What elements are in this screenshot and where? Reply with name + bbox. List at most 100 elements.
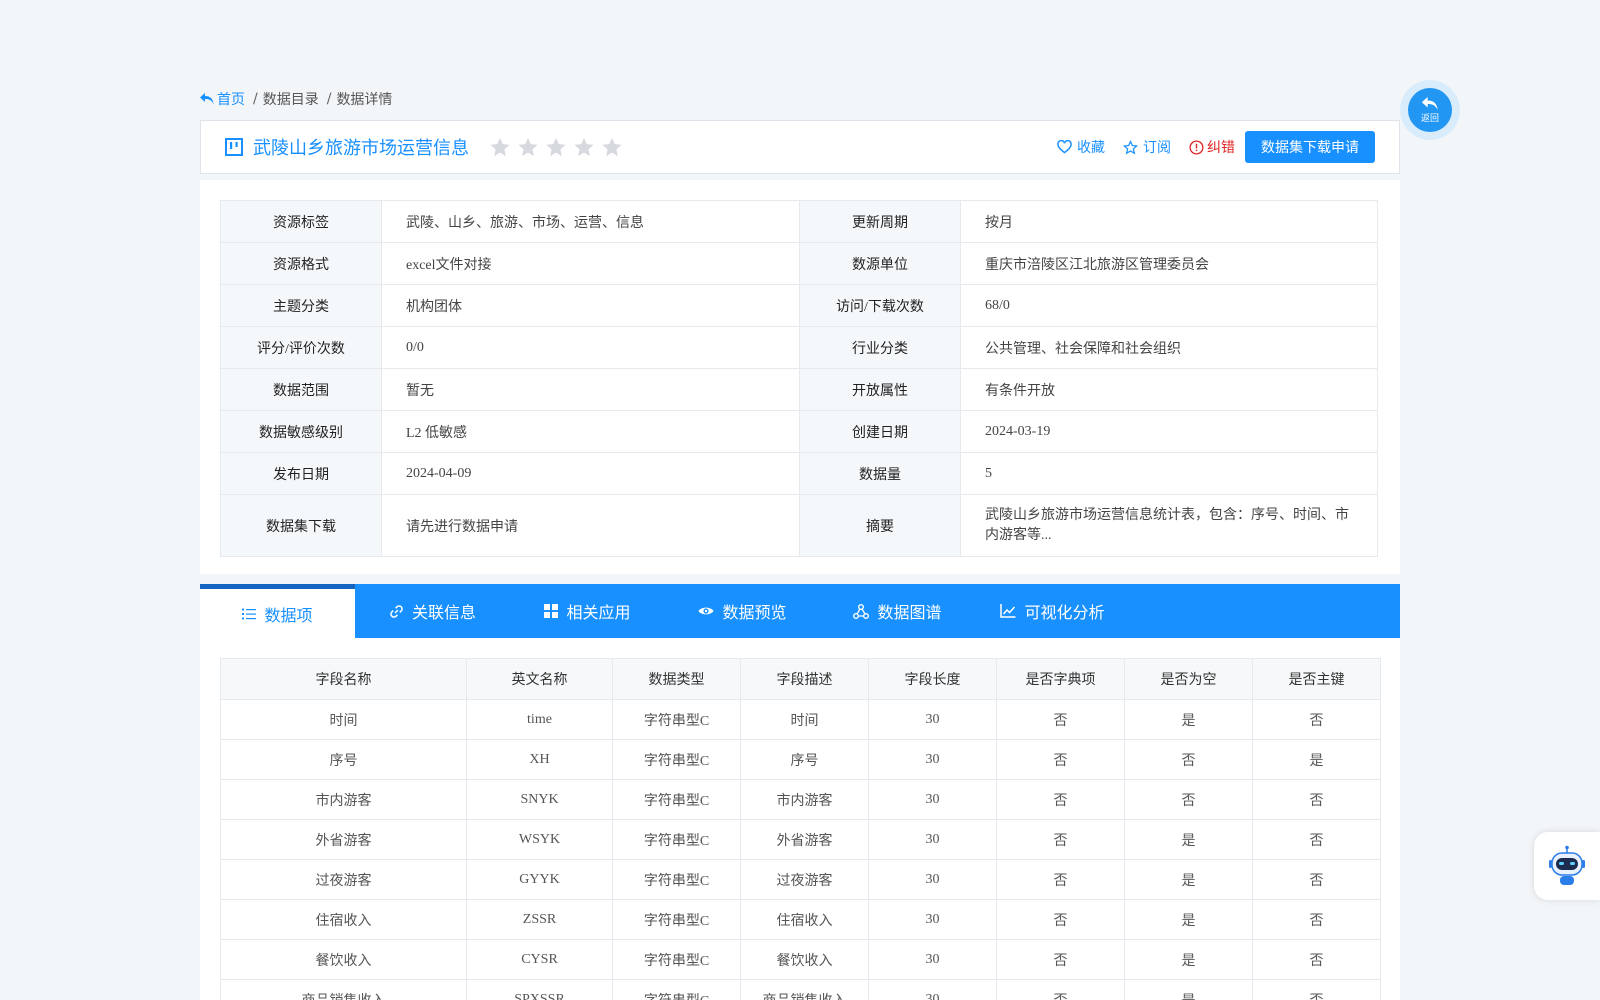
info-value: L2 低敏感 xyxy=(381,410,800,453)
table-cell: 序号 xyxy=(740,739,869,780)
info-label: 数源单位 xyxy=(799,242,961,285)
info-label: 创建日期 xyxy=(799,410,961,453)
table-cell: 字符串型C xyxy=(612,979,741,1000)
info-label: 资源格式 xyxy=(220,242,382,285)
info-value: 2024-04-09 xyxy=(381,452,800,495)
table-cell: 是 xyxy=(1124,699,1253,740)
tab-related-apps[interactable]: 相关应用 xyxy=(510,584,665,638)
dataset-info-table: 资源标签 武陵、山乡、旅游、市场、运营、信息 更新周期 按月 资源格式 exce… xyxy=(220,200,1378,557)
table-cell: 是 xyxy=(1124,899,1253,940)
page-title: 武陵山乡旅游市场运营信息 xyxy=(253,138,469,159)
table-cell: 30 xyxy=(868,699,997,740)
table-cell: 否 xyxy=(996,699,1125,740)
link-icon xyxy=(390,604,403,618)
table-cell: 否 xyxy=(996,939,1125,980)
alert-circle-icon xyxy=(1189,139,1204,155)
table-cell: 字符串型C xyxy=(612,779,741,820)
grid-icon xyxy=(544,604,559,618)
star-outline-icon xyxy=(1123,139,1138,155)
table-cell: 否 xyxy=(1252,979,1381,1000)
table-cell: 过夜游客 xyxy=(740,859,869,900)
table-cell: 否 xyxy=(996,819,1125,860)
table-cell: 过夜游客 xyxy=(220,859,467,900)
info-label: 访问/下载次数 xyxy=(799,284,961,327)
info-value: 按月 xyxy=(960,200,1378,243)
table-cell: 否 xyxy=(1252,819,1381,860)
table-row: 序号 XH 字符串型C 序号 30 否 否 是 xyxy=(220,739,1381,780)
star-icon[interactable] xyxy=(489,136,511,158)
table-cell: 外省游客 xyxy=(220,819,467,860)
info-label: 数据集下载 xyxy=(220,494,382,557)
info-label: 摘要 xyxy=(799,494,961,557)
star-icon[interactable] xyxy=(601,136,623,158)
table-row: 商品销售收入 SPXSSR 字符串型C 商品销售收入 30 否 是 否 xyxy=(220,979,1381,1000)
rating-stars[interactable] xyxy=(489,136,623,158)
table-cell: SNYK xyxy=(466,779,613,820)
breadcrumb-item-detail: 数据详情 xyxy=(336,92,393,108)
info-row: 发布日期 2024-04-09 数据量 5 xyxy=(220,452,1378,495)
info-row: 资源标签 武陵、山乡、旅游、市场、运营、信息 更新周期 按月 xyxy=(220,200,1378,243)
info-row: 主题分类 机构团体 访问/下载次数 68/0 xyxy=(220,284,1378,327)
back-button-label: 返回 xyxy=(1420,113,1439,124)
table-cell: 字符串型C xyxy=(612,819,741,860)
star-icon[interactable] xyxy=(517,136,539,158)
table-cell: 否 xyxy=(1252,939,1381,980)
detail-tabs: 数据项 关联信息 相关应用 数据预览 数据图谱 可视化分析 xyxy=(200,584,1400,638)
breadcrumb-home-label: 首页 xyxy=(217,92,245,108)
table-cell: 30 xyxy=(868,779,997,820)
favorite-button[interactable]: 收藏 xyxy=(1057,137,1105,157)
info-label: 数据范围 xyxy=(220,368,382,411)
column-header: 是否为空 xyxy=(1124,658,1253,700)
tab-visual-analysis[interactable]: 可视化分析 xyxy=(975,584,1130,638)
table-cell: 30 xyxy=(868,899,997,940)
table-cell: 是 xyxy=(1124,859,1253,900)
table-cell: 住宿收入 xyxy=(740,899,869,940)
table-cell: 餐饮收入 xyxy=(220,939,467,980)
table-cell: 市内游客 xyxy=(220,779,467,820)
info-label: 发布日期 xyxy=(220,452,382,495)
apply-download-button[interactable]: 数据集下载申请 xyxy=(1245,131,1375,163)
assistant-robot-button[interactable] xyxy=(1534,832,1600,900)
info-value: 重庆市涪陵区江北旅游区管理委员会 xyxy=(960,242,1378,285)
breadcrumb-item-catalog[interactable]: 数据目录 xyxy=(263,89,319,109)
breadcrumb-home[interactable]: 首页 xyxy=(200,89,245,109)
info-row: 评分/评价次数 0/0 行业分类 公共管理、社会保障和社会组织 xyxy=(220,326,1378,369)
info-value: 2024-03-19 xyxy=(960,410,1378,453)
column-header: 字段描述 xyxy=(740,658,869,700)
tab-label: 数据预览 xyxy=(722,603,787,622)
table-cell: 否 xyxy=(1252,859,1381,900)
table-cell: 是 xyxy=(1124,819,1253,860)
reply-arrow-icon xyxy=(1421,96,1438,110)
column-header: 是否字典项 xyxy=(996,658,1125,700)
table-cell: GYYK xyxy=(466,859,613,900)
back-button[interactable]: 返回 xyxy=(1408,88,1452,132)
tab-data-graph[interactable]: 数据图谱 xyxy=(820,584,975,638)
star-icon[interactable] xyxy=(545,136,567,158)
tab-related-info[interactable]: 关联信息 xyxy=(355,584,510,638)
subscribe-label: 订阅 xyxy=(1143,140,1171,156)
column-header: 是否主键 xyxy=(1252,658,1381,700)
report-error-button[interactable]: 纠错 xyxy=(1189,137,1235,157)
info-label: 数据敏感级别 xyxy=(220,410,382,453)
table-cell: 时间 xyxy=(220,699,467,740)
info-value: excel文件对接 xyxy=(381,242,800,285)
line-chart-icon xyxy=(1000,604,1016,618)
table-cell: 30 xyxy=(868,859,997,900)
table-cell: 序号 xyxy=(220,739,467,780)
star-icon[interactable] xyxy=(573,136,595,158)
info-label: 开放属性 xyxy=(799,368,961,411)
column-header: 英文名称 xyxy=(466,658,613,700)
table-cell: 是 xyxy=(1124,979,1253,1000)
tab-data-preview[interactable]: 数据预览 xyxy=(665,584,820,638)
info-label: 主题分类 xyxy=(220,284,382,327)
data-items-panel: 字段名称 英文名称 数据类型 字段描述 字段长度 是否字典项 是否为空 是否主键… xyxy=(200,638,1400,1000)
info-row: 数据集下载 请先进行数据申请 摘要 武陵山乡旅游市场运营信息统计表，包含：序号、… xyxy=(220,494,1378,557)
tab-data-items[interactable]: 数据项 xyxy=(200,584,355,638)
column-header: 数据类型 xyxy=(612,658,741,700)
table-cell: 餐饮收入 xyxy=(740,939,869,980)
table-cell: 否 xyxy=(1124,779,1253,820)
summary-value: 武陵山乡旅游市场运营信息统计表，包含：序号、时间、市内游客等... xyxy=(960,494,1378,557)
info-value: 武陵、山乡、旅游、市场、运营、信息 xyxy=(381,200,800,243)
subscribe-button[interactable]: 订阅 xyxy=(1123,137,1171,157)
tab-label: 相关应用 xyxy=(566,603,631,622)
